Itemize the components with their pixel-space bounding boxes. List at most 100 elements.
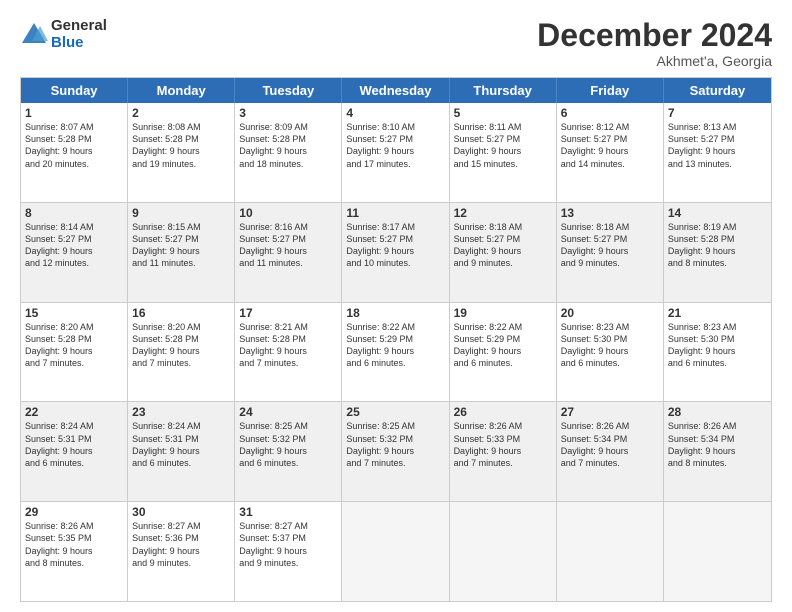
cell-text: Sunrise: 8:26 AM Sunset: 5:34 PM Dayligh… bbox=[561, 420, 659, 469]
calendar-cell: 29Sunrise: 8:26 AM Sunset: 5:35 PM Dayli… bbox=[21, 502, 128, 601]
day-number: 12 bbox=[454, 206, 552, 220]
cell-text: Sunrise: 8:23 AM Sunset: 5:30 PM Dayligh… bbox=[668, 321, 767, 370]
calendar-cell: 30Sunrise: 8:27 AM Sunset: 5:36 PM Dayli… bbox=[128, 502, 235, 601]
calendar-row: 29Sunrise: 8:26 AM Sunset: 5:35 PM Dayli… bbox=[21, 502, 771, 601]
calendar-cell: 28Sunrise: 8:26 AM Sunset: 5:34 PM Dayli… bbox=[664, 402, 771, 501]
calendar-cell: 2Sunrise: 8:08 AM Sunset: 5:28 PM Daylig… bbox=[128, 103, 235, 202]
cell-text: Sunrise: 8:19 AM Sunset: 5:28 PM Dayligh… bbox=[668, 221, 767, 270]
calendar-cell bbox=[342, 502, 449, 601]
calendar-cell: 13Sunrise: 8:18 AM Sunset: 5:27 PM Dayli… bbox=[557, 203, 664, 302]
logo-general: General bbox=[51, 18, 107, 35]
calendar-row: 22Sunrise: 8:24 AM Sunset: 5:31 PM Dayli… bbox=[21, 402, 771, 502]
calendar-cell: 22Sunrise: 8:24 AM Sunset: 5:31 PM Dayli… bbox=[21, 402, 128, 501]
cell-text: Sunrise: 8:26 AM Sunset: 5:34 PM Dayligh… bbox=[668, 420, 767, 469]
cell-text: Sunrise: 8:26 AM Sunset: 5:33 PM Dayligh… bbox=[454, 420, 552, 469]
calendar-header-cell: Monday bbox=[128, 78, 235, 103]
day-number: 25 bbox=[346, 405, 444, 419]
day-number: 9 bbox=[132, 206, 230, 220]
cell-text: Sunrise: 8:15 AM Sunset: 5:27 PM Dayligh… bbox=[132, 221, 230, 270]
day-number: 2 bbox=[132, 106, 230, 120]
cell-text: Sunrise: 8:25 AM Sunset: 5:32 PM Dayligh… bbox=[346, 420, 444, 469]
day-number: 19 bbox=[454, 306, 552, 320]
calendar-cell bbox=[450, 502, 557, 601]
day-number: 21 bbox=[668, 306, 767, 320]
cell-text: Sunrise: 8:24 AM Sunset: 5:31 PM Dayligh… bbox=[25, 420, 123, 469]
calendar-cell: 18Sunrise: 8:22 AM Sunset: 5:29 PM Dayli… bbox=[342, 303, 449, 402]
day-number: 22 bbox=[25, 405, 123, 419]
calendar-header-cell: Friday bbox=[557, 78, 664, 103]
day-number: 16 bbox=[132, 306, 230, 320]
calendar-cell: 12Sunrise: 8:18 AM Sunset: 5:27 PM Dayli… bbox=[450, 203, 557, 302]
calendar-cell: 26Sunrise: 8:26 AM Sunset: 5:33 PM Dayli… bbox=[450, 402, 557, 501]
cell-text: Sunrise: 8:13 AM Sunset: 5:27 PM Dayligh… bbox=[668, 121, 767, 170]
day-number: 29 bbox=[25, 505, 123, 519]
day-number: 8 bbox=[25, 206, 123, 220]
calendar-header-cell: Thursday bbox=[450, 78, 557, 103]
header: General Blue December 2024 Akhmet'a, Geo… bbox=[20, 18, 772, 69]
cell-text: Sunrise: 8:27 AM Sunset: 5:37 PM Dayligh… bbox=[239, 520, 337, 569]
cell-text: Sunrise: 8:23 AM Sunset: 5:30 PM Dayligh… bbox=[561, 321, 659, 370]
day-number: 15 bbox=[25, 306, 123, 320]
day-number: 20 bbox=[561, 306, 659, 320]
cell-text: Sunrise: 8:20 AM Sunset: 5:28 PM Dayligh… bbox=[132, 321, 230, 370]
cell-text: Sunrise: 8:26 AM Sunset: 5:35 PM Dayligh… bbox=[25, 520, 123, 569]
calendar-cell: 11Sunrise: 8:17 AM Sunset: 5:27 PM Dayli… bbox=[342, 203, 449, 302]
calendar-row: 15 Sunrise: 8:20 AM Sunset: 5:28 PM Dayli… bbox=[21, 303, 771, 403]
calendar-cell: 7Sunrise: 8:13 AM Sunset: 5:27 PM Daylig… bbox=[664, 103, 771, 202]
calendar-cell: 4Sunrise: 8:10 AM Sunset: 5:27 PM Daylig… bbox=[342, 103, 449, 202]
day-number: 18 bbox=[346, 306, 444, 320]
calendar-header-cell: Tuesday bbox=[235, 78, 342, 103]
day-number: 13 bbox=[561, 206, 659, 220]
calendar-header-cell: Saturday bbox=[664, 78, 771, 103]
cell-text: Sunrise: 8:10 AM Sunset: 5:27 PM Dayligh… bbox=[346, 121, 444, 170]
cell-text: Sunrise: 8:09 AM Sunset: 5:28 PM Dayligh… bbox=[239, 121, 337, 170]
calendar-cell: 10Sunrise: 8:16 AM Sunset: 5:27 PM Dayli… bbox=[235, 203, 342, 302]
page: General Blue December 2024 Akhmet'a, Geo… bbox=[0, 0, 792, 612]
day-number: 28 bbox=[668, 405, 767, 419]
calendar-cell: 14Sunrise: 8:19 AM Sunset: 5:28 PM Dayli… bbox=[664, 203, 771, 302]
cell-text: Sunrise: 8:21 AM Sunset: 5:28 PM Dayligh… bbox=[239, 321, 337, 370]
calendar-header-row: SundayMondayTuesdayWednesdayThursdayFrid… bbox=[21, 78, 771, 103]
calendar-cell: 6Sunrise: 8:12 AM Sunset: 5:27 PM Daylig… bbox=[557, 103, 664, 202]
day-number: 11 bbox=[346, 206, 444, 220]
cell-text: Sunrise: 8:16 AM Sunset: 5:27 PM Dayligh… bbox=[239, 221, 337, 270]
day-number: 1 bbox=[25, 106, 123, 120]
calendar-cell: 17Sunrise: 8:21 AM Sunset: 5:28 PM Dayli… bbox=[235, 303, 342, 402]
calendar-cell: 15Sunrise: 8:20 AM Sunset: 5:28 PM Dayli… bbox=[21, 303, 128, 402]
logo: General Blue bbox=[20, 18, 107, 51]
cell-text: Sunrise: 8:11 AM Sunset: 5:27 PM Dayligh… bbox=[454, 121, 552, 170]
calendar-cell: 1Sunrise: 8:07 AM Sunset: 5:28 PM Daylig… bbox=[21, 103, 128, 202]
month-title: December 2024 bbox=[537, 18, 772, 53]
cell-text: Sunrise: 8:22 AM Sunset: 5:29 PM Dayligh… bbox=[346, 321, 444, 370]
calendar-cell: 23Sunrise: 8:24 AM Sunset: 5:31 PM Dayli… bbox=[128, 402, 235, 501]
logo-blue: Blue bbox=[51, 35, 107, 52]
day-number: 10 bbox=[239, 206, 337, 220]
calendar-cell: 21Sunrise: 8:23 AM Sunset: 5:30 PM Dayli… bbox=[664, 303, 771, 402]
day-number: 17 bbox=[239, 306, 337, 320]
day-number: 27 bbox=[561, 405, 659, 419]
cell-text: Sunrise: 8:18 AM Sunset: 5:27 PM Dayligh… bbox=[454, 221, 552, 270]
cell-text: Sunrise: 8:27 AM Sunset: 5:36 PM Dayligh… bbox=[132, 520, 230, 569]
day-number: 14 bbox=[668, 206, 767, 220]
day-number: 5 bbox=[454, 106, 552, 120]
calendar-cell: 24Sunrise: 8:25 AM Sunset: 5:32 PM Dayli… bbox=[235, 402, 342, 501]
calendar-cell: 19Sunrise: 8:22 AM Sunset: 5:29 PM Dayli… bbox=[450, 303, 557, 402]
day-number: 30 bbox=[132, 505, 230, 519]
day-number: 31 bbox=[239, 505, 337, 519]
cell-text: Sunrise: 8:08 AM Sunset: 5:28 PM Dayligh… bbox=[132, 121, 230, 170]
day-number: 4 bbox=[346, 106, 444, 120]
day-number: 24 bbox=[239, 405, 337, 419]
location: Akhmet'a, Georgia bbox=[537, 53, 772, 69]
calendar-cell: 31Sunrise: 8:27 AM Sunset: 5:37 PM Dayli… bbox=[235, 502, 342, 601]
day-number: 23 bbox=[132, 405, 230, 419]
calendar-row: 8Sunrise: 8:14 AM Sunset: 5:27 PM Daylig… bbox=[21, 203, 771, 303]
calendar-body: 1Sunrise: 8:07 AM Sunset: 5:28 PM Daylig… bbox=[21, 103, 771, 601]
calendar: SundayMondayTuesdayWednesdayThursdayFrid… bbox=[20, 77, 772, 602]
calendar-header-cell: Wednesday bbox=[342, 78, 449, 103]
calendar-header-cell: Sunday bbox=[21, 78, 128, 103]
calendar-row: 1Sunrise: 8:07 AM Sunset: 5:28 PM Daylig… bbox=[21, 103, 771, 203]
calendar-cell: 3Sunrise: 8:09 AM Sunset: 5:28 PM Daylig… bbox=[235, 103, 342, 202]
logo-icon bbox=[20, 21, 48, 49]
cell-text: Sunrise: 8:14 AM Sunset: 5:27 PM Dayligh… bbox=[25, 221, 123, 270]
cell-text: Sunrise: 8:07 AM Sunset: 5:28 PM Dayligh… bbox=[25, 121, 123, 170]
